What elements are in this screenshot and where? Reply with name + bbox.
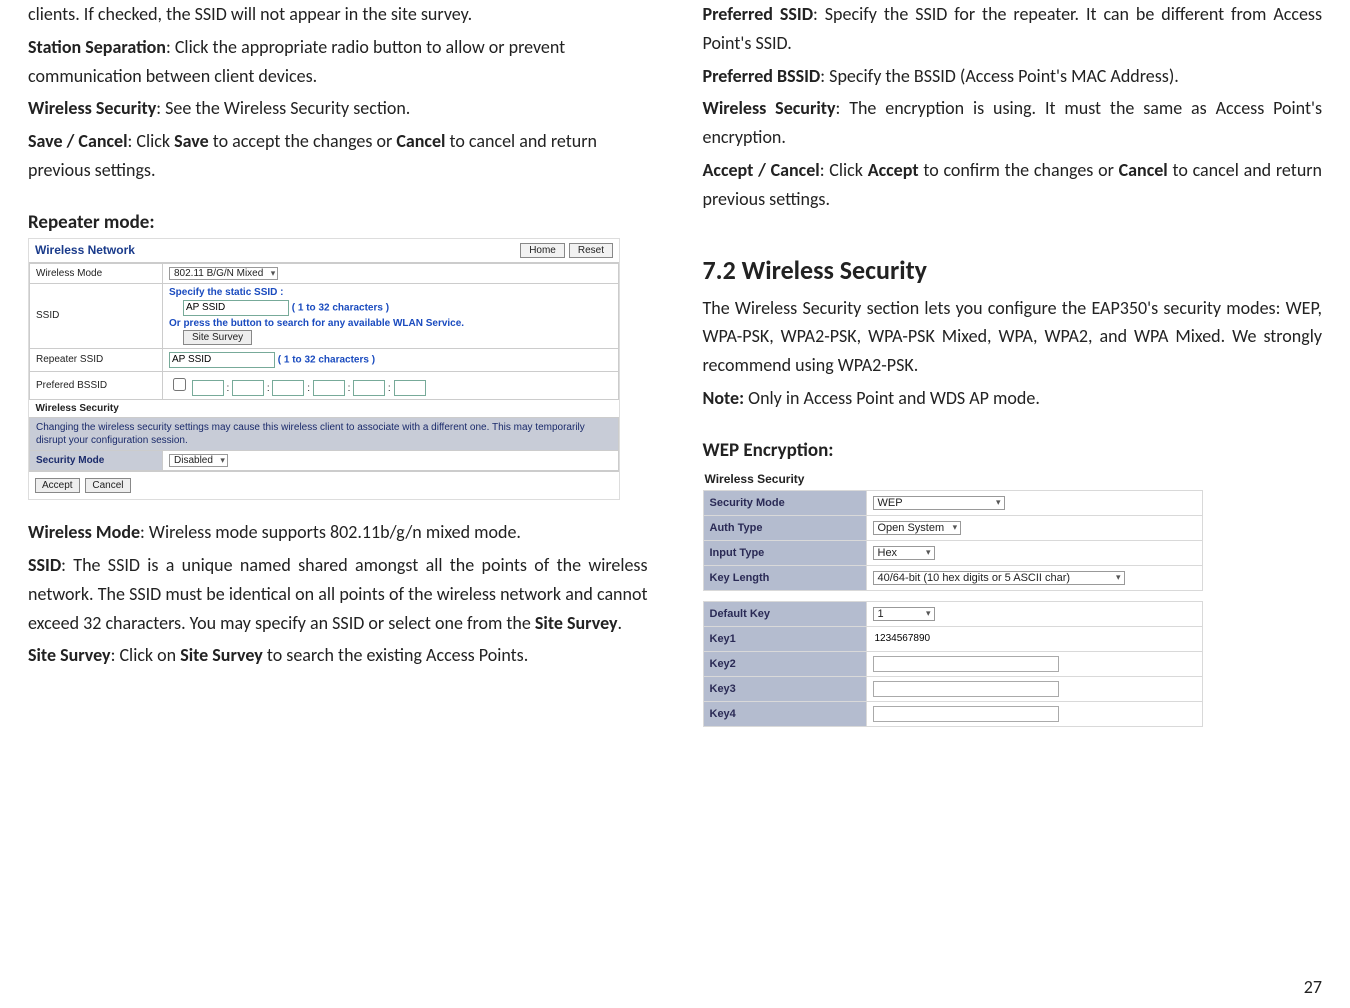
home-button[interactable]: Home — [520, 243, 565, 258]
body-text: SSID: The SSID is a unique named shared … — [28, 551, 648, 637]
term-preferred-bssid: Preferred BSSID — [703, 65, 821, 87]
row-label-key3: Key3 — [703, 676, 866, 701]
body-text: Save / Cancel: Click Save to accept the … — [28, 127, 648, 185]
accept-button[interactable]: Accept — [35, 478, 80, 493]
term-cancel: Cancel — [396, 130, 445, 152]
row-label-key4: Key4 — [703, 701, 866, 726]
term-accept: Accept — [868, 159, 919, 181]
key-length-select[interactable]: 40/64-bit (10 hex digits or 5 ASCII char… — [873, 571, 1125, 585]
term-accept-cancel: Accept / Cancel — [703, 159, 820, 181]
body-text: Wireless Mode: Wireless mode supports 80… — [28, 518, 648, 547]
term-wireless-security: Wireless Security — [28, 97, 156, 119]
key3-input[interactable] — [873, 681, 1059, 697]
bssid-octet-1[interactable] — [192, 380, 224, 396]
body-text: : Wireless mode supports 802.11b/g/n mix… — [140, 521, 521, 543]
row-label-repeater-ssid: Repeater SSID — [30, 348, 163, 371]
repeater-ssid-char-range: ( 1 to 32 characters ) — [278, 354, 375, 365]
body-text: : Click on — [111, 644, 181, 666]
body-text: : Specify the BSSID (Access Point's MAC … — [820, 65, 1179, 87]
reset-button[interactable]: Reset — [569, 243, 613, 258]
term-station-separation: Station Separation — [28, 36, 166, 58]
body-text: Wireless Security: The encryption is usi… — [703, 94, 1323, 152]
term-wireless-security-2: Wireless Security — [703, 97, 836, 119]
screenshot-wep-encryption: Wireless Security Security Mode WEP Auth… — [703, 468, 1203, 727]
row-label-ssid: SSID — [30, 283, 163, 348]
body-text: clients. If checked, the SSID will not a… — [28, 0, 648, 29]
row-label-key-length: Key Length — [703, 565, 866, 590]
security-mode-select-2[interactable]: WEP — [873, 496, 1005, 510]
bssid-octet-3[interactable] — [272, 380, 304, 396]
term-site-survey: Site Survey — [535, 612, 618, 634]
body-text: to search the existing Access Points. — [263, 644, 528, 666]
body-text: : Click — [128, 130, 175, 152]
term-note: Note: — [703, 387, 745, 409]
row-label-key1: Key1 — [703, 626, 866, 651]
bssid-octet-5[interactable] — [353, 380, 385, 396]
row-label-security-mode-2: Security Mode — [703, 490, 866, 515]
term-save: Save — [174, 130, 209, 152]
screenshot-repeater-mode: Wireless Network Home Reset Wireless Mod… — [28, 238, 620, 501]
row-label-security-mode: Security Mode — [30, 451, 163, 471]
term-site-survey-2: Site Survey — [28, 644, 111, 666]
term-save-cancel: Save / Cancel — [28, 130, 128, 152]
row-label-input-type: Input Type — [703, 540, 866, 565]
body-text: The Wireless Security section lets you c… — [703, 294, 1323, 380]
panel-title-wsec: Wireless Security — [703, 468, 1203, 490]
row-label-wireless-mode: Wireless Mode — [30, 263, 163, 283]
term-ssid: SSID — [28, 554, 61, 576]
body-text: : Click — [820, 159, 868, 181]
ssid-char-range: ( 1 to 32 characters ) — [292, 302, 389, 313]
preferred-bssid-checkbox[interactable] — [173, 378, 186, 391]
body-text: : See the Wireless Security section. — [156, 97, 410, 119]
auth-type-select[interactable]: Open System — [873, 521, 962, 535]
cancel-button[interactable]: Cancel — [85, 478, 130, 493]
body-text: Accept / Cancel: Click Accept to confirm… — [703, 156, 1323, 214]
body-text: Note: Only in Access Point and WDS AP mo… — [703, 384, 1323, 413]
bssid-octet-4[interactable] — [313, 380, 345, 396]
term-preferred-ssid: Preferred SSID — [703, 3, 814, 25]
wireless-mode-select[interactable]: 802.11 B/G/N Mixed — [169, 267, 278, 280]
ssid-hint-2: Or press the button to search for any av… — [169, 318, 612, 329]
wireless-security-subheader: Wireless Security — [30, 400, 619, 418]
heading-wep-encryption: WEP Encryption: — [703, 439, 1323, 462]
page-number: 27 — [1304, 976, 1322, 998]
ssid-hint-1: Specify the static SSID : — [169, 287, 612, 298]
bssid-octet-6[interactable] — [394, 380, 426, 396]
term-wireless-mode: Wireless Mode — [28, 521, 140, 543]
input-type-select[interactable]: Hex — [873, 546, 935, 560]
key1-input[interactable] — [873, 632, 1057, 646]
row-label-key2: Key2 — [703, 651, 866, 676]
term-cancel-2: Cancel — [1119, 159, 1168, 181]
key2-input[interactable] — [873, 656, 1059, 672]
preferred-bssid-fields: : : : : : — [163, 371, 619, 400]
body-text: to confirm the changes or — [919, 159, 1119, 181]
body-text: Wireless Security: See the Wireless Secu… — [28, 94, 648, 123]
body-text: Preferred SSID: Specify the SSID for the… — [703, 0, 1323, 58]
body-text: Site Survey: Click on Site Survey to sea… — [28, 641, 648, 670]
body-text: Preferred BSSID: Specify the BSSID (Acce… — [703, 62, 1323, 91]
body-text: . — [618, 612, 623, 634]
bssid-octet-2[interactable] — [232, 380, 264, 396]
key4-input[interactable] — [873, 706, 1059, 722]
repeater-ssid-input[interactable] — [169, 352, 275, 368]
row-label-auth-type: Auth Type — [703, 515, 866, 540]
term-site-survey-3: Site Survey — [180, 644, 263, 666]
body-text: Only in Access Point and WDS AP mode. — [744, 387, 1040, 409]
site-survey-button[interactable]: Site Survey — [183, 330, 252, 345]
body-text: to accept the changes or — [209, 130, 397, 152]
heading-7-2: 7.2 Wireless Security — [703, 254, 1323, 286]
default-key-select[interactable]: 1 — [873, 607, 935, 621]
body-text: Station Separation: Click the appropriat… — [28, 33, 648, 91]
row-label-preferred-bssid: Prefered BSSID — [30, 371, 163, 400]
security-mode-select[interactable]: Disabled — [169, 454, 228, 467]
ssid-input[interactable] — [183, 300, 289, 316]
panel-title: Wireless Network — [35, 243, 135, 257]
row-label-default-key: Default Key — [703, 601, 866, 626]
heading-repeater-mode: Repeater mode: — [28, 211, 648, 234]
security-warning-text: Changing the wireless security settings … — [30, 418, 619, 451]
